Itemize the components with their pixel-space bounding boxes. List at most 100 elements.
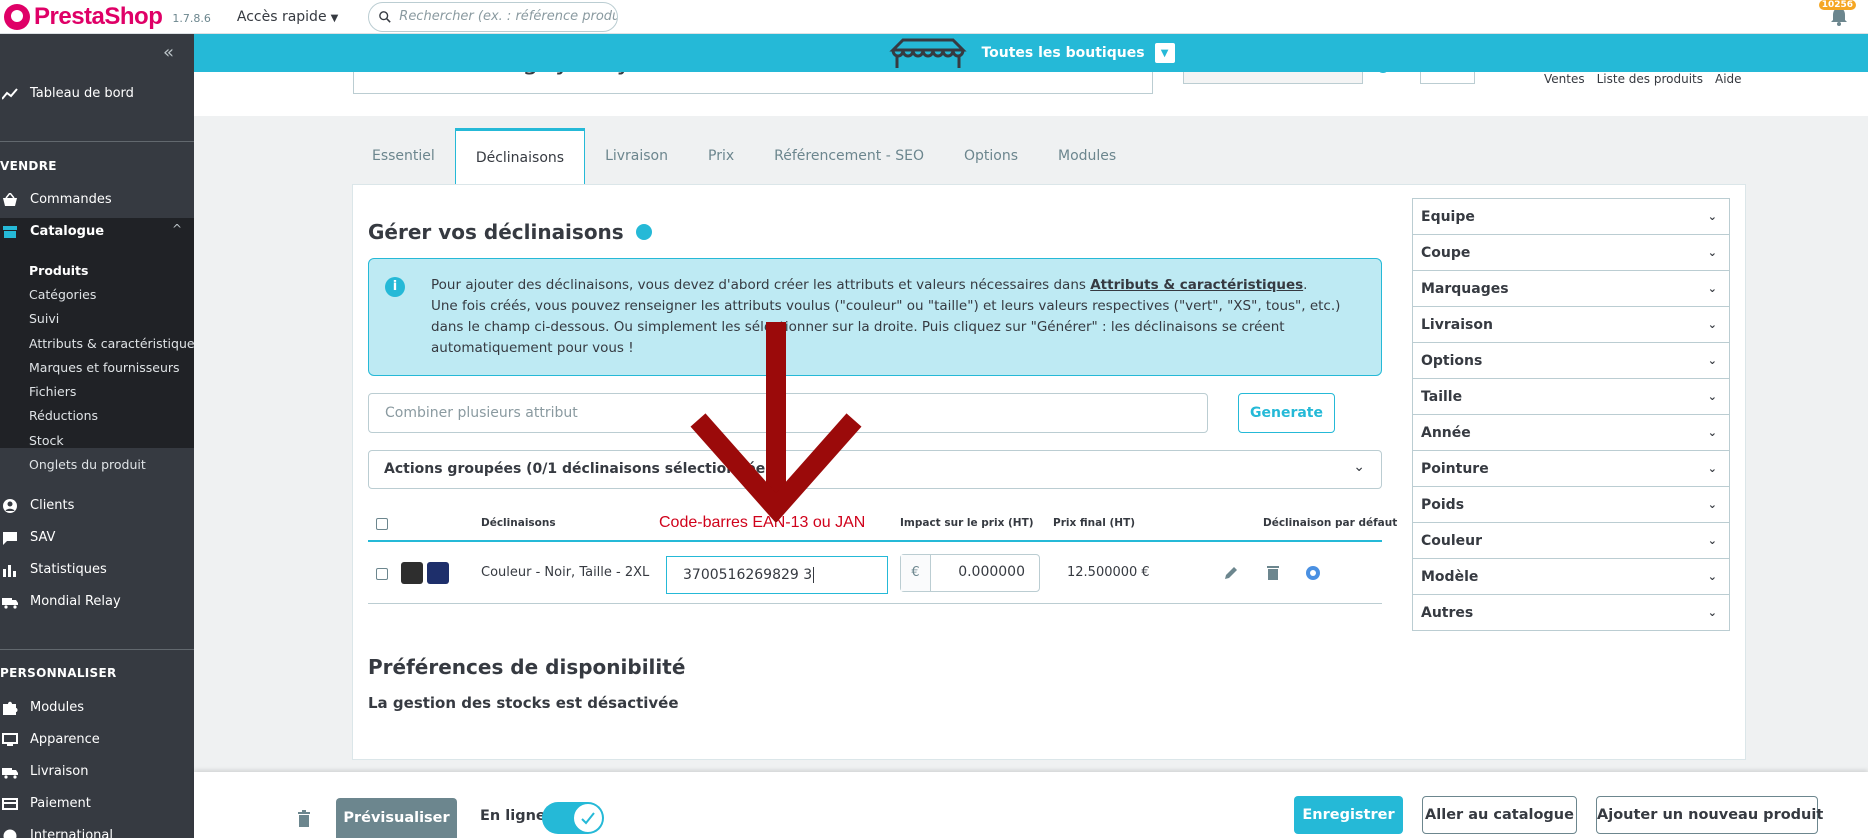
text-cursor (813, 567, 815, 583)
sidebar-subitem-brands[interactable]: Marques et fournisseurs (29, 360, 180, 375)
row-checkbox[interactable] (376, 568, 388, 580)
attribute-group-livraison[interactable]: Livraison ⌄ (1413, 307, 1729, 343)
sidebar-item-stats[interactable]: Statistiques (0, 562, 107, 577)
sidebar-item-international[interactable]: International (0, 828, 113, 838)
prestashop-logo-icon (4, 3, 30, 30)
column-final-price: Prix final (HT) (1053, 517, 1136, 529)
info-icon: i (385, 277, 405, 297)
bar-chart-icon (3, 564, 16, 577)
search-placeholder: Rechercher (ex. : référence produit, no (399, 9, 617, 24)
sidebar-item-modules[interactable]: Modules (0, 700, 84, 715)
chevron-down-icon: ⌄ (1707, 318, 1717, 331)
add-new-product-button[interactable]: Ajouter un nouveau produit (1596, 796, 1823, 834)
store-icon (3, 225, 17, 238)
chevron-up-icon[interactable]: ^ (172, 222, 182, 236)
tab-combinations[interactable]: Déclinaisons (454, 128, 586, 185)
chevron-down-icon: ⌄ (1707, 570, 1717, 583)
help-icon[interactable] (635, 224, 652, 240)
search-input[interactable]: Rechercher (ex. : référence produit, no (368, 1, 619, 32)
sidebar-subitem-files[interactable]: Fichiers (29, 384, 76, 399)
sidebar-subitem-attributes[interactable]: Attributs & caractéristiques (29, 336, 194, 351)
sidebar-item-dashboard[interactable]: Tableau de bord (0, 86, 134, 101)
collapse-sidebar-icon[interactable]: « (163, 42, 174, 63)
notifications-button[interactable]: 10256 (1818, 0, 1856, 28)
attribute-group-poids[interactable]: Poids ⌄ (1413, 487, 1729, 523)
attribute-group-coupe[interactable]: Coupe ⌄ (1413, 235, 1729, 271)
sidebar-item-label: SAV (30, 530, 56, 545)
attribute-group-pointure[interactable]: Pointure ⌄ (1413, 451, 1729, 487)
sidebar-item-customers[interactable]: Clients (0, 498, 74, 513)
sidebar-item-mondial-relay[interactable]: Mondial Relay (0, 594, 121, 609)
back-to-catalog-button[interactable]: Aller au catalogue (1422, 796, 1577, 834)
attribute-group-annee[interactable]: Année ⌄ (1413, 415, 1729, 451)
sidebar-item-shipping[interactable]: Livraison (0, 764, 88, 779)
attribute-group-equipe[interactable]: Equipe ⌄ (1413, 199, 1729, 235)
save-button[interactable]: Enregistrer (1294, 796, 1403, 834)
quick-access-menu[interactable]: Accès rapide ▼ (237, 9, 338, 25)
ean13-input[interactable]: 3700516269829 3 (666, 556, 888, 594)
sidebar-item-orders[interactable]: Commandes (0, 192, 112, 207)
product-tabs: Essentiel Déclinaisons Livraison Prix Ré… (352, 128, 1136, 186)
attribute-group-label: Autres (1421, 604, 1474, 621)
default-radio-icon[interactable] (1304, 564, 1322, 582)
sidebar-subitem-products[interactable]: Produits (29, 263, 88, 278)
attribute-group-marquages[interactable]: Marquages ⌄ (1413, 271, 1729, 307)
tab-pricing[interactable]: Prix (688, 128, 754, 184)
preview-button[interactable]: Prévisualiser (336, 798, 457, 838)
info-alert: i Pour ajouter des déclinaisons, vous de… (368, 258, 1382, 376)
attribute-group-autres[interactable]: Autres ⌄ (1413, 595, 1729, 630)
sidebar-item-label: International (30, 828, 113, 838)
logo[interactable]: PrestaShop (4, 2, 163, 31)
logo-text: PrestaShop (34, 2, 163, 30)
attribute-group-label: Equipe (1421, 208, 1475, 225)
tab-shipping[interactable]: Livraison (585, 128, 688, 184)
attribute-group-modele[interactable]: Modèle ⌄ (1413, 559, 1729, 595)
attributes-link[interactable]: Attributs & caractéristiques (1090, 277, 1303, 293)
tab-essentials[interactable]: Essentiel (352, 128, 455, 184)
sidebar-item-payment[interactable]: Paiement (0, 796, 91, 811)
globe-icon (3, 829, 17, 838)
sidebar-item-sav[interactable]: SAV (0, 530, 55, 545)
sidebar-section-customize: PERSONNALISER (0, 666, 117, 680)
select-all-checkbox[interactable] (376, 518, 388, 530)
link-help[interactable]: Aide (1715, 72, 1742, 86)
attribute-group-label: Année (1421, 424, 1471, 441)
truck-icon (2, 767, 18, 779)
sidebar-item-label: Tableau de bord (30, 86, 134, 101)
notification-count-badge: 10256 (1818, 0, 1856, 10)
sidebar-item-catalog[interactable]: Catalogue (0, 224, 104, 239)
generate-button[interactable]: Generate (1238, 393, 1335, 433)
attribute-group-options[interactable]: Options ⌄ (1413, 343, 1729, 379)
sidebar-item-appearance[interactable]: Apparence (0, 732, 100, 747)
sidebar-item-label: Statistiques (30, 562, 107, 577)
basket-icon (3, 192, 17, 206)
sidebar-item-label: Commandes (30, 192, 112, 207)
trash-icon[interactable] (1264, 564, 1282, 582)
combine-attributes-placeholder: Combiner plusieurs attribut (385, 405, 578, 421)
sidebar-subitem-product-tabs[interactable]: Onglets du produit (29, 457, 146, 472)
attribute-group-label: Couleur (1421, 532, 1483, 549)
link-product-list[interactable]: Liste des produits (1597, 72, 1703, 86)
attribute-group-couleur[interactable]: Couleur ⌄ (1413, 523, 1729, 559)
table-row: Couleur - Noir, Taille - 2XL 37005162698… (368, 544, 1382, 604)
attribute-group-label: Taille (1421, 388, 1463, 405)
column-price-impact: Impact sur le prix (HT) (900, 517, 1034, 529)
chevron-down-icon: ⌄ (1707, 246, 1717, 259)
tab-modules[interactable]: Modules (1038, 128, 1136, 184)
sidebar-subitem-discounts[interactable]: Réductions (29, 408, 98, 423)
sidebar-subitem-stock[interactable]: Stock (29, 433, 64, 448)
shop-context-dropdown[interactable]: ▼ (1154, 43, 1175, 63)
link-sales[interactable]: Ventes (1544, 72, 1585, 86)
sidebar-subitem-categories[interactable]: Catégories (29, 287, 96, 302)
price-impact-input[interactable]: € 0.000000 (900, 554, 1040, 592)
tab-options[interactable]: Options (944, 128, 1038, 184)
shop-context-bar: Toutes les boutiques ▼ (194, 34, 1868, 72)
online-toggle[interactable] (542, 802, 604, 834)
delete-product-icon[interactable] (296, 810, 312, 828)
sidebar-subitem-tracking[interactable]: Suivi (29, 311, 59, 326)
bulk-actions-dropdown[interactable]: Actions groupées (0/1 déclinaisons sélec… (368, 450, 1382, 489)
attribute-group-label: Pointure (1421, 460, 1489, 477)
tab-seo[interactable]: Référencement - SEO (754, 128, 944, 184)
attribute-group-taille[interactable]: Taille ⌄ (1413, 379, 1729, 415)
edit-icon[interactable] (1222, 564, 1240, 582)
